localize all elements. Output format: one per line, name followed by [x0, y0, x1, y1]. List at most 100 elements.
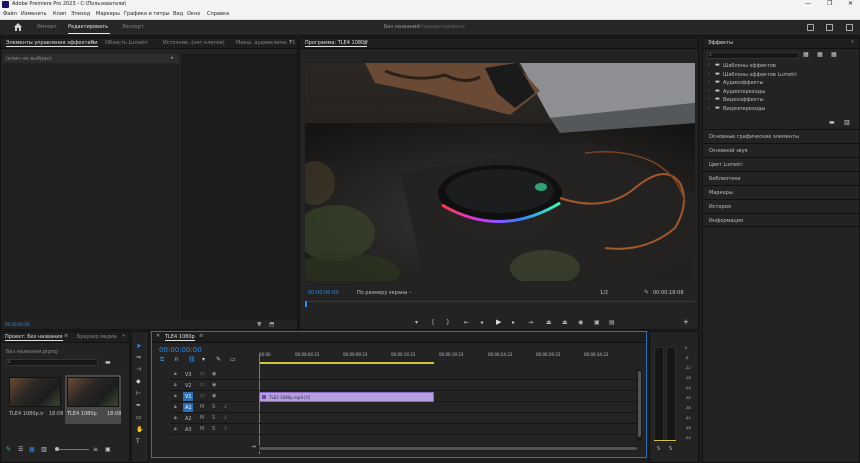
camera-icon[interactable]: ◉ — [578, 319, 583, 326]
tab-media-browser[interactable]: Браузер медиа — [77, 334, 117, 340]
effects-search-input[interactable]: ⌕ — [707, 52, 799, 59]
mute-button[interactable]: M — [200, 404, 204, 410]
section-markers[interactable]: Маркеры — [703, 185, 859, 199]
vertical-scrollbar[interactable] — [637, 369, 642, 441]
toggle-sync-icon[interactable]: ▭ — [200, 393, 205, 399]
lock-icon[interactable]: 🔒︎ — [174, 415, 177, 421]
tab-source[interactable]: Источник: (нет клипов) — [163, 40, 225, 46]
project-more-icon[interactable]: » — [122, 333, 125, 339]
close-button[interactable]: ✕ — [848, 0, 853, 7]
captions-icon[interactable]: ▭ — [230, 356, 236, 363]
lift-icon[interactable]: ⏏ — [546, 319, 552, 326]
tab-import[interactable]: Импорт — [37, 24, 57, 30]
close-tab-icon[interactable]: ✕ — [156, 333, 160, 339]
program-timecode-left[interactable]: 00:00:00:00 — [308, 290, 339, 296]
snap-icon[interactable]: ∩ — [174, 356, 178, 363]
tab-program[interactable]: Программа: TLE4 1080p — [305, 40, 368, 47]
lock-icon[interactable]: 🔒︎ — [174, 393, 177, 399]
solo-left-button[interactable]: S — [657, 446, 660, 452]
resolution-dropdown[interactable]: 1/2 — [600, 290, 608, 296]
workspaces-icon[interactable] — [826, 24, 833, 31]
maximize-button[interactable]: ❐ — [827, 0, 832, 7]
step-back-icon[interactable]: ◂ — [480, 319, 483, 326]
eye-icon[interactable]: ◉ — [212, 371, 216, 377]
vr-view-icon[interactable]: ▤ — [609, 319, 615, 326]
comparison-view-icon[interactable]: ▣ — [594, 319, 600, 326]
fit-dropdown[interactable]: По размеру экрана — [357, 290, 407, 296]
type-tool-icon[interactable]: T — [136, 438, 140, 445]
menu-view[interactable]: Вид — [173, 11, 183, 17]
lock-icon[interactable]: 🔒︎ — [174, 404, 177, 410]
solo-button[interactable]: S — [212, 415, 215, 421]
timeline-menu-icon[interactable]: ≡ — [199, 333, 203, 339]
add-marker-timeline-icon[interactable]: ▾ — [202, 356, 205, 363]
list-view-icon[interactable]: ☰ — [18, 446, 23, 453]
effects-more-icon[interactable]: » — [851, 39, 854, 45]
mute-button[interactable]: M — [200, 415, 204, 421]
lock-icon[interactable]: 🔒︎ — [174, 426, 177, 432]
section-lumetri-color[interactable]: Цвет Lumetri — [703, 157, 859, 171]
fullscreen-icon[interactable] — [846, 24, 853, 31]
tab-audio-clip-mixer[interactable]: Микш. аудиоклипа: Т1 — [236, 40, 295, 46]
yuv-effects-icon[interactable]: ▦ — [831, 51, 837, 58]
tab-effects[interactable]: Эффекты — [708, 40, 733, 46]
pencil-icon[interactable]: ✎ — [6, 446, 11, 453]
accelerated-effects-icon[interactable]: ▦ — [803, 51, 809, 58]
section-libraries[interactable]: Библиотеки — [703, 171, 859, 185]
project-search-input[interactable]: ⌕ — [6, 359, 98, 366]
new-bin-icon[interactable]: ▬ — [829, 119, 835, 126]
work-area-bar[interactable] — [259, 362, 434, 364]
tab-project[interactable]: Проект: Без названия — [5, 334, 63, 341]
menu-edit[interactable]: Изменить — [21, 11, 47, 17]
program-scrubber[interactable] — [305, 301, 695, 307]
timeline-settings-icon[interactable]: ✎ — [216, 356, 221, 363]
expand-arrow-icon[interactable]: ▸ — [171, 55, 174, 61]
icon-view-icon[interactable]: ▦ — [29, 446, 35, 453]
toggle-sync-icon[interactable]: ▭ — [200, 371, 205, 377]
project-item[interactable]: TLE4 1080p.mp4 18:08 — [9, 377, 63, 422]
tree-item[interactable]: › ▬ Видеоэффекты — [707, 96, 857, 105]
go-to-out-icon[interactable]: ⇥ — [528, 319, 533, 326]
settings-wrench-icon[interactable]: ✎ — [644, 289, 649, 296]
filter-icon[interactable]: ▼ — [257, 321, 262, 328]
menu-sequence[interactable]: Эпизод — [71, 11, 90, 17]
menu-window[interactable]: Окно — [187, 11, 200, 17]
solo-right-button[interactable]: S — [669, 446, 672, 452]
slip-tool-icon[interactable]: ⊢ — [136, 390, 141, 397]
32bit-effects-icon[interactable]: ▦ — [817, 51, 823, 58]
tree-item[interactable]: › ▬ Видеопереходы — [707, 105, 857, 114]
mic-icon[interactable]: ♪ — [224, 404, 227, 410]
new-bin-from-search-icon[interactable]: ▬ — [105, 359, 111, 366]
quick-export-icon[interactable] — [807, 24, 814, 31]
video-clip[interactable]: TLE4 1080p.mp4 [V] — [259, 392, 434, 402]
project-menu-more-icon[interactable]: ≡ — [93, 446, 98, 453]
home-icon[interactable] — [14, 23, 22, 31]
menu-markers[interactable]: Маркеры — [96, 11, 120, 17]
project-item-selected[interactable]: TLE4 1080p 18:08 — [65, 375, 121, 424]
solo-button[interactable]: S — [212, 404, 215, 410]
export-frame-icon[interactable]: ⬒ — [269, 321, 275, 328]
step-forward-icon[interactable]: ▸ — [512, 319, 515, 326]
section-info[interactable]: Информация — [703, 213, 859, 227]
rectangle-tool-icon[interactable]: ▭ — [136, 414, 142, 421]
pen-tool-icon[interactable]: ✒ — [136, 402, 141, 409]
solo-button[interactable]: S — [212, 426, 215, 432]
extract-icon[interactable]: ⏏ — [562, 319, 568, 326]
lock-icon[interactable]: 🔒︎ — [174, 371, 177, 377]
menu-file[interactable]: Файл — [3, 11, 17, 17]
go-to-in-icon[interactable]: ⇤ — [464, 319, 469, 326]
timeline-timecode[interactable]: 00:00:00:00 — [159, 346, 202, 354]
mic-icon[interactable]: ♪ — [224, 426, 227, 432]
delete-icon[interactable]: ▥ — [844, 119, 850, 126]
playhead-marker[interactable] — [305, 301, 307, 307]
tab-export[interactable]: Экспорт — [122, 24, 144, 30]
tab-effect-controls[interactable]: Элементы управления эффектами — [6, 40, 98, 47]
menu-clip[interactable]: Клип — [53, 11, 66, 17]
fit-chevron-icon[interactable]: ⌄ — [408, 289, 412, 295]
source-timecode[interactable]: 00:00:00:00 — [5, 322, 29, 327]
lock-icon[interactable]: 🔒︎ — [174, 382, 177, 388]
track-select-tool-icon[interactable]: ⇒ — [136, 354, 141, 361]
toggle-sync-icon[interactable]: ▭ — [200, 382, 205, 388]
freeform-view-icon[interactable]: ▥ — [41, 446, 47, 453]
tab-sequence[interactable]: TLE4 1080p — [165, 334, 195, 341]
